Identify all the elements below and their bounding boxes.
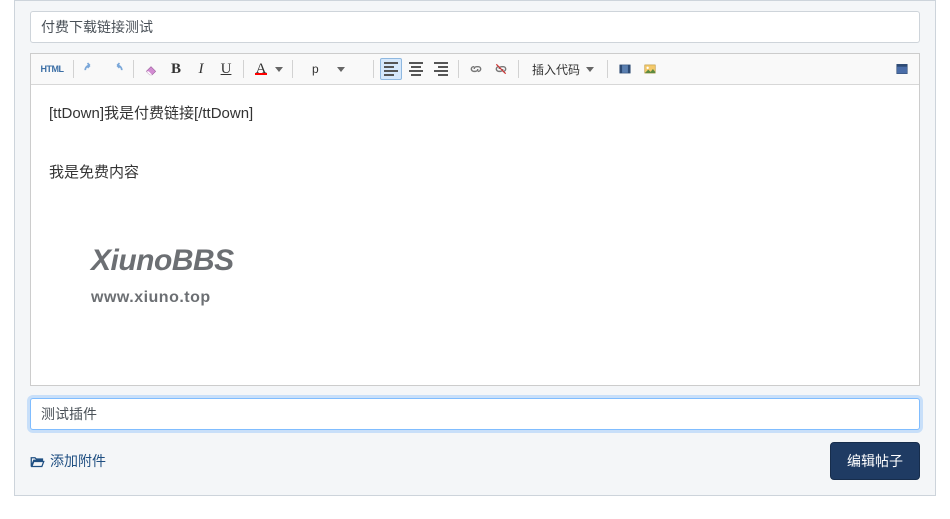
bold-button[interactable]: B bbox=[165, 58, 187, 80]
separator bbox=[73, 60, 74, 78]
post-title-input[interactable] bbox=[30, 11, 920, 43]
source-html-button[interactable]: HTML bbox=[37, 58, 67, 80]
font-color-caret[interactable] bbox=[272, 58, 286, 80]
align-left-icon bbox=[384, 62, 398, 76]
align-center-button[interactable] bbox=[405, 58, 427, 80]
editor-line: 我是免费内容 bbox=[49, 160, 901, 186]
editor-line: [ttDown]我是付费链接[/ttDown] bbox=[49, 101, 901, 127]
eraser-icon bbox=[144, 62, 158, 76]
separator bbox=[292, 60, 293, 78]
tags-input[interactable] bbox=[30, 398, 920, 430]
image-icon bbox=[643, 62, 657, 76]
editor-toolbar: HTML B I U A p bbox=[31, 54, 919, 85]
align-left-button[interactable] bbox=[380, 58, 402, 80]
font-color-dropdown[interactable]: A bbox=[250, 58, 286, 80]
add-attachment-label: 添加附件 bbox=[50, 451, 106, 471]
remove-format-button[interactable] bbox=[140, 58, 162, 80]
insert-link-button[interactable] bbox=[465, 58, 487, 80]
undo-icon bbox=[84, 62, 98, 76]
folder-open-icon bbox=[30, 455, 45, 468]
separator bbox=[133, 60, 134, 78]
insert-code-label: 插入代码 bbox=[532, 61, 580, 78]
video-icon bbox=[618, 62, 632, 76]
watermark-url: www.xiuno.top bbox=[91, 284, 234, 311]
align-right-icon bbox=[434, 62, 448, 76]
insert-video-button[interactable] bbox=[614, 58, 636, 80]
align-right-button[interactable] bbox=[430, 58, 452, 80]
watermark: XiunoBBS www.xiuno.top bbox=[91, 235, 234, 311]
separator bbox=[243, 60, 244, 78]
align-center-icon bbox=[409, 62, 423, 76]
font-color-button[interactable]: A bbox=[250, 58, 272, 80]
redo-icon bbox=[109, 62, 123, 76]
chevron-down-icon bbox=[275, 67, 283, 72]
editor-blank-line bbox=[49, 131, 901, 157]
paragraph-format-select[interactable]: p bbox=[299, 58, 367, 80]
add-attachment-link[interactable]: 添加附件 bbox=[30, 451, 106, 471]
undo-button[interactable] bbox=[80, 58, 102, 80]
separator bbox=[373, 60, 374, 78]
chevron-down-icon bbox=[337, 67, 345, 72]
form-footer: 添加附件 编辑帖子 bbox=[30, 442, 920, 480]
rich-text-editor: HTML B I U A p bbox=[30, 53, 920, 386]
insert-image-button[interactable] bbox=[639, 58, 661, 80]
remove-link-button[interactable] bbox=[490, 58, 512, 80]
chevron-down-icon bbox=[586, 67, 594, 72]
editor-content-area[interactable]: [ttDown]我是付费链接[/ttDown] 我是免费内容 XiunoBBS … bbox=[31, 85, 919, 385]
redo-button[interactable] bbox=[105, 58, 127, 80]
italic-button[interactable]: I bbox=[190, 58, 212, 80]
insert-code-select[interactable]: 插入代码 bbox=[525, 58, 601, 80]
separator bbox=[458, 60, 459, 78]
submit-edit-button[interactable]: 编辑帖子 bbox=[830, 442, 920, 480]
unlink-icon bbox=[494, 62, 508, 76]
separator bbox=[607, 60, 608, 78]
post-edit-panel: HTML B I U A p bbox=[14, 0, 936, 496]
underline-button[interactable]: U bbox=[215, 58, 237, 80]
watermark-title: XiunoBBS bbox=[91, 235, 234, 286]
separator bbox=[518, 60, 519, 78]
fullscreen-icon bbox=[895, 62, 909, 76]
title-row bbox=[30, 11, 920, 43]
paragraph-format-label: p bbox=[312, 62, 319, 76]
link-icon bbox=[469, 62, 483, 76]
fullscreen-button[interactable] bbox=[891, 58, 913, 80]
